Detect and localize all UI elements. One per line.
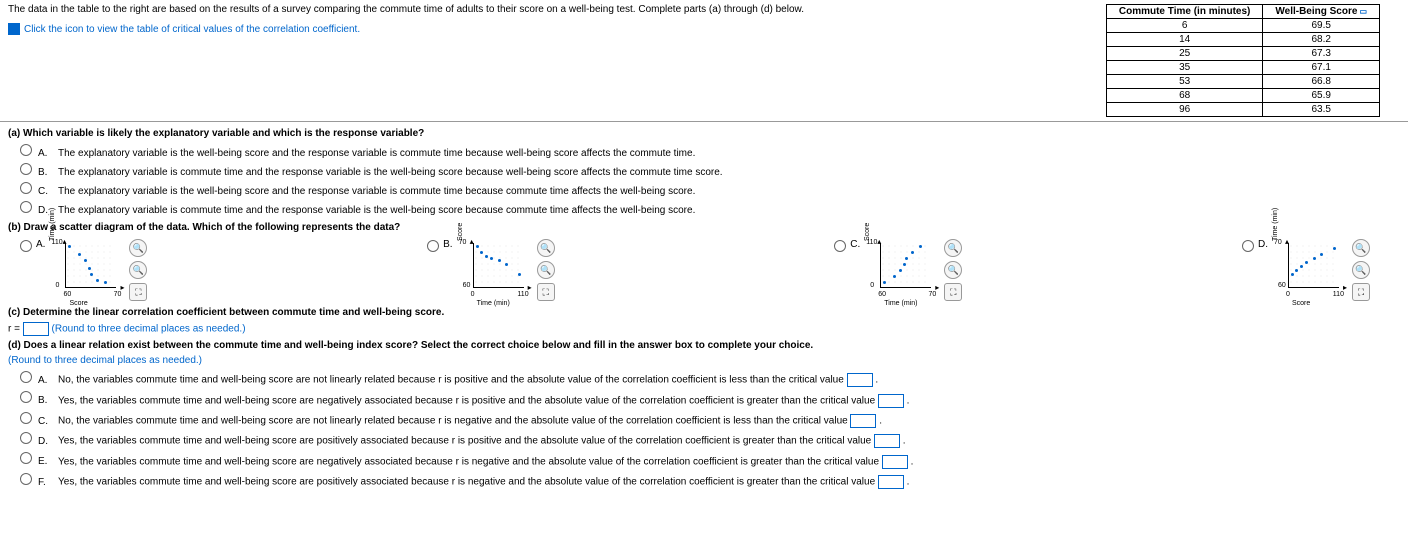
arrow-icon: ▴: [470, 237, 474, 246]
zoom-out-icon[interactable]: 🔍: [537, 261, 555, 279]
table-row: 5366.8: [1106, 75, 1379, 89]
question-c: (c) Determine the linear correlation coe…: [8, 307, 1400, 318]
zoom-in-icon[interactable]: 🔍: [129, 239, 147, 257]
scatter-plot-D: 70 60 ▴▸ 0110 Score Time (min): [1272, 239, 1342, 297]
table-row: 669.5: [1106, 19, 1379, 33]
crit-input-E[interactable]: [882, 455, 908, 469]
expand-icon[interactable]: ⛶: [944, 283, 962, 301]
scatter-plot-C: 110 0 ▴▸ 6070 Time (min) Score: [864, 239, 934, 297]
opt-text: Yes, the variables commute time and well…: [58, 456, 879, 467]
radio-d-C[interactable]: [20, 412, 32, 424]
radio-b-A[interactable]: [20, 240, 32, 252]
link-label: Click the icon to view the table of crit…: [24, 24, 360, 35]
zoom-in-icon[interactable]: 🔍: [944, 239, 962, 257]
radio-d-D[interactable]: [20, 432, 32, 444]
crit-input-D[interactable]: [874, 434, 900, 448]
crit-input-F[interactable]: [878, 475, 904, 489]
crit-input-A[interactable]: [847, 373, 873, 387]
opt-text: No, the variables commute time and well-…: [58, 375, 844, 386]
radio-d-F[interactable]: [20, 473, 32, 485]
radio-d-A[interactable]: [20, 371, 32, 383]
crit-input-B[interactable]: [878, 394, 904, 408]
opt-text: The explanatory variable is the well-bei…: [58, 186, 695, 197]
crit-input-C[interactable]: [850, 414, 876, 428]
zoom-in-icon[interactable]: 🔍: [537, 239, 555, 257]
sort-icon[interactable]: ▭: [1359, 7, 1367, 16]
radio-d-B[interactable]: [20, 391, 32, 403]
table-row: 1468.2: [1106, 33, 1379, 47]
table-icon: [8, 23, 20, 35]
table-row: 9663.5: [1106, 103, 1379, 117]
opt-text: No, the variables commute time and well-…: [58, 416, 848, 427]
table-row: 3567.1: [1106, 61, 1379, 75]
expand-icon[interactable]: ⛶: [1352, 283, 1370, 301]
opt-text: The explanatory variable is the well-bei…: [58, 148, 695, 159]
question-d: (d) Does a linear relation exist between…: [8, 340, 1400, 351]
data-table: Commute Time (in minutes)Well-Being Scor…: [1106, 4, 1380, 117]
radio-b-D[interactable]: [1242, 240, 1254, 252]
r-input[interactable]: [23, 322, 49, 336]
radio-b-B[interactable]: [427, 240, 439, 252]
expand-icon[interactable]: ⛶: [537, 283, 555, 301]
expand-icon[interactable]: ⛶: [129, 283, 147, 301]
radio-a-D[interactable]: [20, 201, 32, 213]
r-label: r =: [8, 324, 23, 335]
opt-text: Yes, the variables commute time and well…: [58, 477, 875, 488]
radio-b-C[interactable]: [834, 240, 846, 252]
arrow-icon: ▴: [877, 237, 881, 246]
zoom-out-icon[interactable]: 🔍: [1352, 261, 1370, 279]
table-row: 2567.3: [1106, 47, 1379, 61]
arrow-icon: ▴: [1285, 237, 1289, 246]
opt-text: Yes, the variables commute time and well…: [58, 436, 871, 447]
zoom-out-icon[interactable]: 🔍: [944, 261, 962, 279]
zoom-in-icon[interactable]: 🔍: [1352, 239, 1370, 257]
scatter-plot-A: 110 0 ▴▸ 6070 Score Time (min): [49, 239, 119, 297]
radio-a-C[interactable]: [20, 182, 32, 194]
radio-a-A[interactable]: [20, 144, 32, 156]
radio-d-E[interactable]: [20, 452, 32, 464]
hint-text: (Round to three decimal places as needed…: [52, 324, 246, 335]
opt-text: The explanatory variable is commute time…: [58, 167, 723, 178]
header-section: The data in the table to the right are b…: [0, 0, 1408, 122]
scatter-plot-B: 70 60 ▴▸ 0110 Time (min) Score: [457, 239, 527, 297]
col-wellbeing: Well-Being Score▭: [1263, 5, 1380, 19]
question-a: (a) Which variable is likely the explana…: [8, 128, 1400, 139]
col-commute: Commute Time (in minutes): [1106, 5, 1263, 19]
arrow-icon: ▴: [62, 237, 66, 246]
hint-text: (Round to three decimal places as needed…: [8, 355, 1400, 366]
opt-text: Yes, the variables commute time and well…: [58, 395, 875, 406]
critical-values-link[interactable]: Click the icon to view the table of crit…: [8, 23, 1106, 35]
radio-a-B[interactable]: [20, 163, 32, 175]
zoom-out-icon[interactable]: 🔍: [129, 261, 147, 279]
question-b: (b) Draw a scatter diagram of the data. …: [8, 222, 1400, 233]
intro-text: The data in the table to the right are b…: [8, 4, 1106, 15]
opt-text: The explanatory variable is commute time…: [58, 205, 695, 216]
table-row: 6865.9: [1106, 89, 1379, 103]
